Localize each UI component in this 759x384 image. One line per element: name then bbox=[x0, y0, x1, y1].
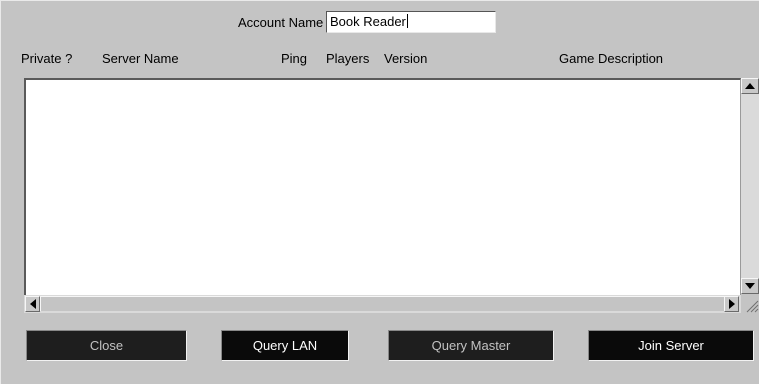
scroll-up-button[interactable] bbox=[741, 78, 759, 94]
resize-grip[interactable] bbox=[741, 295, 759, 313]
server-list[interactable] bbox=[24, 78, 741, 296]
right-arrow-icon bbox=[728, 299, 735, 309]
text-caret bbox=[406, 14, 408, 28]
query-master-button[interactable]: Query Master bbox=[388, 330, 554, 361]
account-name-label: Account Name bbox=[238, 15, 324, 30]
down-arrow-icon bbox=[745, 283, 755, 289]
account-name-value: Book Reader bbox=[330, 14, 406, 29]
scroll-down-button[interactable] bbox=[741, 278, 759, 294]
column-header-private[interactable]: Private ? bbox=[21, 51, 72, 66]
horizontal-scrollbar[interactable] bbox=[24, 295, 741, 313]
scroll-right-button[interactable] bbox=[724, 296, 739, 312]
query-lan-button[interactable]: Query LAN bbox=[221, 330, 349, 361]
column-header-version[interactable]: Version bbox=[384, 51, 427, 66]
vertical-scrollbar[interactable] bbox=[741, 78, 759, 294]
column-header-players[interactable]: Players bbox=[326, 51, 369, 66]
column-header-ping[interactable]: Ping bbox=[281, 51, 307, 66]
account-name-input[interactable]: Book Reader bbox=[326, 11, 496, 33]
close-button[interactable]: Close bbox=[26, 330, 187, 361]
column-header-game-description[interactable]: Game Description bbox=[559, 51, 663, 66]
join-server-button[interactable]: Join Server bbox=[588, 330, 754, 361]
left-arrow-icon bbox=[29, 299, 36, 309]
horizontal-scroll-thumb[interactable] bbox=[40, 296, 724, 311]
scroll-left-button[interactable] bbox=[25, 296, 40, 312]
server-browser-window: Account Name Book Reader Private ? Serve… bbox=[0, 0, 759, 384]
column-header-server-name[interactable]: Server Name bbox=[102, 51, 179, 66]
up-arrow-icon bbox=[745, 83, 755, 89]
resize-grip-icon bbox=[746, 300, 759, 313]
